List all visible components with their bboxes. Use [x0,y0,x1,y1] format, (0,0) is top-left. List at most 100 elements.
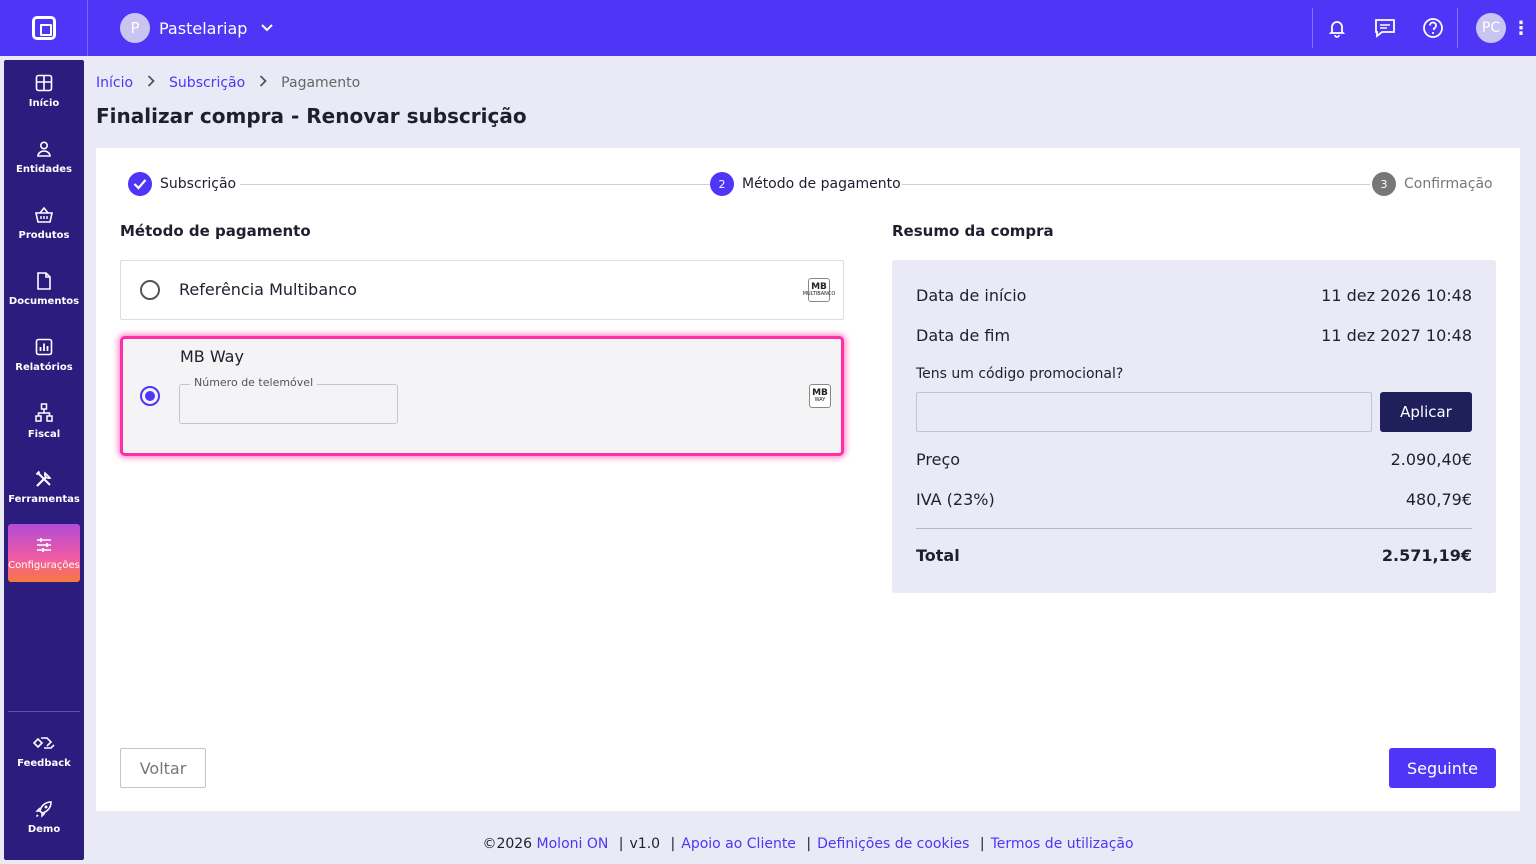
footer-cookies-link[interactable]: Definições de cookies [817,836,969,852]
sidebar-item-label: Relatórios [15,361,73,373]
chevron-down-icon [261,21,274,35]
step-number: 3 [1372,172,1396,196]
phone-number-field[interactable]: Número de telemóvel [179,376,398,424]
sidebar-item-produtos[interactable]: Produtos [8,194,80,252]
radio-mbway[interactable] [140,386,160,406]
step-subscription[interactable]: Subscrição [128,172,236,196]
company-name: Pastelariap [159,18,248,38]
app-logo[interactable] [0,0,88,56]
person-icon [37,140,51,157]
end-date-label: Data de fim [916,326,1011,345]
purchase-summary: Data de início 11 dez 2026 10:48 Data de… [892,260,1496,593]
payment-option-label: MB Way [180,347,244,366]
hierarchy-icon [35,402,53,422]
start-date-row: Data de início 11 dez 2026 10:48 [916,286,1472,305]
end-date-row: Data de fim 11 dez 2027 10:48 [916,326,1472,345]
feedback-icon [33,736,55,749]
back-button[interactable]: Voltar [120,748,206,788]
footer-separator: | [670,836,676,852]
footer-support-link[interactable]: Apoio ao Cliente [681,836,796,852]
price-label: Preço [916,450,961,469]
more-options-icon[interactable]: ⋮ [1506,0,1536,56]
footer-separator: | [806,836,812,852]
footer-terms-link[interactable]: Termos de utilização [991,836,1134,852]
sidebar-item-label: Demo [27,823,61,835]
help-icon[interactable] [1409,0,1457,56]
user-avatar[interactable]: PC [1476,13,1506,43]
vat-row: IVA (23%) 480,79€ [916,490,1472,509]
page-title: Finalizar compra - Renovar subscrição [96,104,527,128]
breadcrumb: Início Subscrição Pagamento [96,75,360,91]
sidebar-item-label: Produtos [18,229,70,241]
sidebar-item-fiscal[interactable]: Fiscal [8,392,80,450]
step-connector [902,184,1370,185]
sidebar-item-ferramentas[interactable]: Ferramentas [8,458,80,516]
top-divider [1457,8,1458,48]
step-number: 2 [710,172,734,196]
company-avatar: P [120,13,150,43]
bell-icon[interactable] [1313,0,1361,56]
payment-option-multibanco[interactable]: Referência Multibanco MB MULTIBANCO [120,260,844,320]
checkout-card: Subscrição 2 Método de pagamento 3 Confi… [96,148,1520,811]
sidebar-item-configuracoes[interactable]: Configurações [8,524,80,582]
footer-version: v1.0 [629,836,661,852]
mbway-logo-icon: MB WAY [809,384,831,408]
sidebar-item-label: Feedback [17,757,71,769]
sidebar-divider [8,711,80,712]
payment-option-mbway[interactable]: MB Way Número de telemóvel MB WAY [120,336,844,456]
top-actions: PC ⋮ [1312,0,1536,56]
price-value: 2.090,40€ [1390,450,1472,469]
sidebar-item-relatorios[interactable]: Relatórios [8,326,80,384]
sidebar-item-label: Início [28,97,60,109]
sidebar-item-label: Fiscal [27,428,61,440]
footer-brand-link[interactable]: Moloni ON [537,836,609,852]
total-label: Total [916,546,960,565]
summary-divider [916,528,1472,529]
start-date-value: 11 dez 2026 10:48 [1321,286,1472,305]
total-row: Total 2.571,19€ [916,546,1472,565]
chevron-right-icon [259,75,267,91]
sidebar: Início Entidades Produtos Documentos Rel… [4,60,84,860]
sidebar-item-demo[interactable]: Demo [8,788,80,846]
summary-title: Resumo da compra [892,222,1054,240]
footer-copyright: ©2026 [482,836,533,852]
sidebar-item-inicio[interactable]: Início [8,62,80,120]
document-icon [37,271,51,290]
next-button[interactable]: Seguinte [1389,748,1496,788]
step-label: Método de pagamento [742,176,901,192]
tools-icon [35,470,52,487]
price-row: Preço 2.090,40€ [916,450,1472,469]
payment-method-title: Método de pagamento [120,222,311,240]
footer-separator: | [979,836,985,852]
footer-separator: | [618,836,624,852]
breadcrumb-home[interactable]: Início [96,75,133,91]
top-bar: P Pastelariap PC ⋮ [0,0,1536,56]
start-date-label: Data de início [916,286,1027,305]
sidebar-item-documentos[interactable]: Documentos [8,260,80,318]
phone-number-label: Número de telemóvel [190,376,318,389]
promo-code-input[interactable] [916,392,1372,432]
step-connector [240,184,710,185]
payment-option-label: Referência Multibanco [179,280,357,299]
chat-icon[interactable] [1361,0,1409,56]
basket-icon [35,206,53,223]
footer: ©2026 Moloni ON | v1.0 | Apoio ao Cliente … [96,836,1520,852]
sidebar-item-entidades[interactable]: Entidades [8,128,80,186]
sidebar-item-label: Entidades [16,163,72,175]
sidebar-item-feedback[interactable]: Feedback [8,722,80,780]
step-label: Confirmação [1404,176,1493,192]
breadcrumb-current: Pagamento [281,75,361,91]
promo-code-label: Tens um código promocional? [916,366,1124,382]
stepper: Subscrição 2 Método de pagamento 3 Confi… [128,172,1493,196]
step-payment-method: 2 Método de pagamento [710,172,901,196]
radio-multibanco[interactable] [140,280,160,300]
grid-icon [35,74,53,91]
apply-promo-button[interactable]: Aplicar [1380,392,1472,432]
sidebar-item-label: Ferramentas [8,493,80,505]
total-value: 2.571,19€ [1381,546,1472,565]
vat-label: IVA (23%) [916,490,995,509]
check-icon [128,172,152,196]
company-selector[interactable]: P Pastelariap [120,13,274,43]
sidebar-item-label: Configurações [8,559,80,571]
breadcrumb-subscription[interactable]: Subscrição [169,75,245,91]
